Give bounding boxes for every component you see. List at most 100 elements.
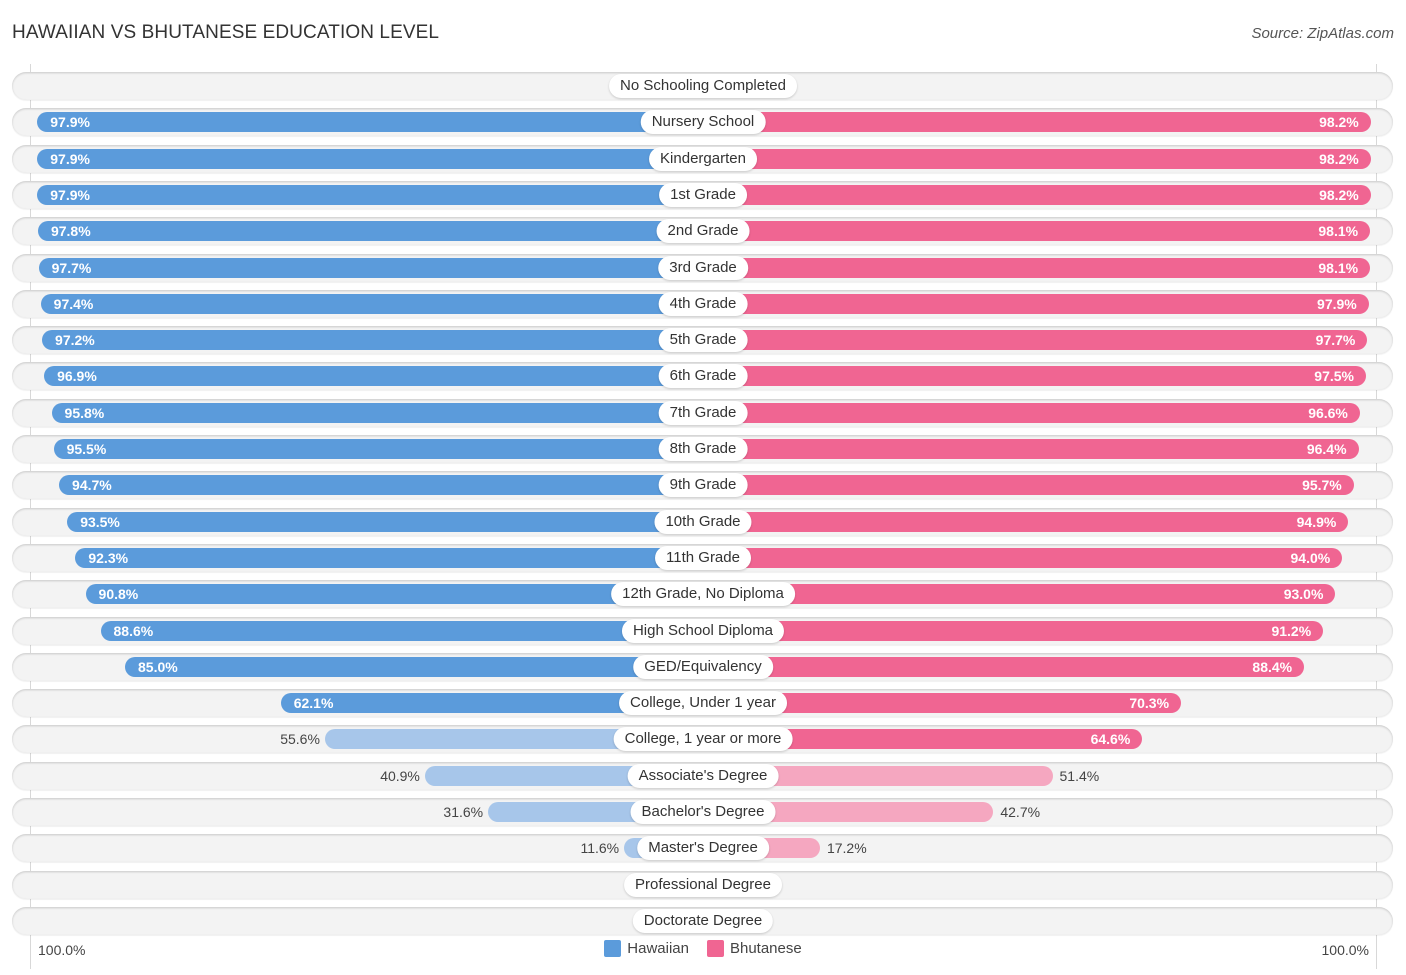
bar-bhutanese-6th-grade[interactable] (703, 366, 1366, 387)
category-label-7th-grade: 7th Grade (658, 400, 748, 425)
bar-bhutanese-9th-grade[interactable] (703, 475, 1354, 496)
value-label-hawaiian: 97.8% (50, 223, 91, 240)
chart-rows: 2.2%1.8%No Schooling Completed97.9%98.2%… (0, 0, 1406, 975)
value-label-bhutanese: 91.2% (1271, 622, 1312, 639)
bar-bhutanese-8th-grade[interactable] (703, 439, 1359, 459)
value-label-bhutanese: 98.2% (1319, 150, 1359, 167)
category-label-1st-grade: 1st Grade (659, 182, 747, 207)
legend-label-hawaiian: Hawaiian (627, 940, 689, 957)
bar-bhutanese-kindergarten[interactable] (703, 148, 1371, 169)
value-label-hawaiian: 31.6% (443, 804, 484, 820)
bar-bhutanese-10th-grade[interactable] (703, 511, 1349, 532)
value-label-bhutanese: 97.9% (1317, 295, 1357, 312)
bar-hawaiian-high-school-diploma[interactable] (100, 620, 703, 641)
value-label-hawaiian: 97.9% (50, 186, 90, 203)
bar-hawaiian-kindergarten[interactable] (37, 148, 703, 169)
category-label-master-s-degree: Master's Degree (637, 836, 769, 861)
value-label-bhutanese: 96.6% (1308, 404, 1348, 421)
bar-hawaiian-6th-grade[interactable] (44, 366, 703, 387)
value-label-hawaiian: 96.9% (57, 368, 97, 385)
bar-bhutanese-11th-grade[interactable] (703, 547, 1343, 568)
value-label-hawaiian: 62.1% (293, 695, 334, 712)
category-label-associate-s-degree: Associate's Degree (627, 763, 779, 788)
bar-hawaiian-8th-grade[interactable] (53, 439, 703, 459)
value-label-hawaiian: 55.6% (280, 731, 320, 748)
legend-item-hawaiian[interactable]: Hawaiian (604, 940, 689, 957)
value-label-bhutanese: 51.4% (1059, 767, 1100, 784)
bar-bhutanese-5th-grade[interactable] (703, 330, 1368, 351)
category-label-8th-grade: 8th Grade (658, 437, 748, 461)
category-label-4th-grade: 4th Grade (658, 291, 748, 316)
value-label-bhutanese: 17.2% (826, 840, 867, 857)
legend-swatch-bhutanese (706, 940, 724, 957)
value-label-hawaiian: 85.0% (138, 658, 178, 675)
category-label-9th-grade: 9th Grade (658, 473, 748, 498)
bar-hawaiian-ged-equivalency[interactable] (125, 656, 703, 677)
category-label-nursery-school: Nursery School (640, 110, 766, 135)
value-label-hawaiian: 97.2% (55, 332, 95, 349)
bar-hawaiian-1st-grade[interactable] (37, 184, 703, 205)
value-label-hawaiian: 90.8% (98, 586, 139, 603)
bar-bhutanese-nursery-school[interactable] (703, 112, 1371, 133)
value-label-bhutanese: 98.1% (1318, 223, 1359, 240)
bar-hawaiian-3rd-grade[interactable] (38, 257, 703, 278)
category-label-high-school-diploma: High School Diploma (621, 618, 785, 643)
value-label-bhutanese: 98.1% (1318, 259, 1359, 276)
bar-bhutanese-7th-grade[interactable] (703, 402, 1360, 423)
bar-bhutanese-3rd-grade[interactable] (703, 257, 1371, 278)
value-label-bhutanese: 94.0% (1290, 549, 1331, 566)
bar-hawaiian-4th-grade[interactable] (40, 293, 703, 314)
bar-hawaiian-nursery-school[interactable] (37, 112, 703, 133)
category-label-kindergarten: Kindergarten (649, 146, 757, 171)
value-label-bhutanese: 93.0% (1283, 586, 1324, 603)
bar-hawaiian-10th-grade[interactable] (67, 511, 703, 532)
value-label-bhutanese: 98.2% (1319, 114, 1359, 131)
value-label-bhutanese: 64.6% (1090, 731, 1131, 748)
value-label-hawaiian: 11.6% (580, 840, 620, 857)
value-label-bhutanese: 95.7% (1302, 477, 1342, 494)
legend-swatch-hawaiian (604, 940, 622, 957)
value-label-hawaiian: 94.7% (72, 477, 112, 494)
bar-hawaiian-11th-grade[interactable] (75, 547, 703, 568)
bar-hawaiian-7th-grade[interactable] (51, 402, 703, 423)
bar-bhutanese-high-school-diploma[interactable] (703, 620, 1324, 641)
bar-bhutanese-1st-grade[interactable] (703, 184, 1371, 205)
value-label-bhutanese: 96.4% (1306, 441, 1347, 457)
value-label-bhutanese: 70.3% (1129, 695, 1170, 712)
value-label-hawaiian: 92.3% (88, 549, 129, 566)
value-label-hawaiian: 97.4% (53, 295, 94, 312)
category-label-12th-grade-no-diploma: 12th Grade, No Diploma (611, 582, 795, 607)
value-label-bhutanese: 97.7% (1315, 332, 1356, 349)
value-label-bhutanese: 97.5% (1314, 368, 1354, 385)
bar-bhutanese-2nd-grade[interactable] (703, 221, 1371, 242)
category-label-5th-grade: 5th Grade (658, 328, 748, 353)
category-label-10th-grade: 10th Grade (654, 509, 752, 534)
category-label-bachelor-s-degree: Bachelor's Degree (630, 800, 776, 824)
value-label-hawaiian: 95.8% (64, 404, 105, 421)
bar-hawaiian-2nd-grade[interactable] (37, 221, 703, 242)
category-label-college-under-1-year: College, Under 1 year (619, 691, 787, 716)
value-label-hawaiian: 97.9% (50, 114, 90, 131)
legend-label-bhutanese: Bhutanese (729, 940, 802, 957)
value-label-hawaiian: 88.6% (113, 622, 154, 639)
legend: Hawaiian Bhutanese (0, 940, 1406, 957)
bar-hawaiian-5th-grade[interactable] (42, 330, 703, 351)
value-label-hawaiian: 97.7% (51, 259, 92, 276)
category-label-college-1-year-or-more: College, 1 year or more (613, 727, 793, 752)
category-label-11th-grade: 11th Grade (655, 545, 751, 570)
bar-hawaiian-9th-grade[interactable] (59, 475, 703, 496)
legend-item-bhutanese[interactable]: Bhutanese (706, 940, 802, 957)
value-label-bhutanese: 94.9% (1296, 513, 1337, 530)
value-label-hawaiian: 93.5% (80, 513, 120, 530)
bar-bhutanese-12th-grade-no-diploma[interactable] (703, 584, 1336, 605)
bar-bhutanese-4th-grade[interactable] (703, 293, 1369, 314)
value-label-bhutanese: 98.2% (1319, 186, 1359, 203)
category-label-3rd-grade: 3rd Grade (658, 255, 748, 280)
value-label-bhutanese: 88.4% (1252, 658, 1293, 675)
category-label-ged-equivalency: GED/Equivalency (633, 654, 773, 679)
category-label-6th-grade: 6th Grade (658, 364, 748, 389)
value-label-bhutanese: 42.7% (1000, 804, 1041, 820)
category-label-no-schooling-completed: No Schooling Completed (609, 74, 797, 98)
value-label-hawaiian: 40.9% (380, 767, 420, 784)
bar-bhutanese-ged-equivalency[interactable] (703, 656, 1305, 677)
